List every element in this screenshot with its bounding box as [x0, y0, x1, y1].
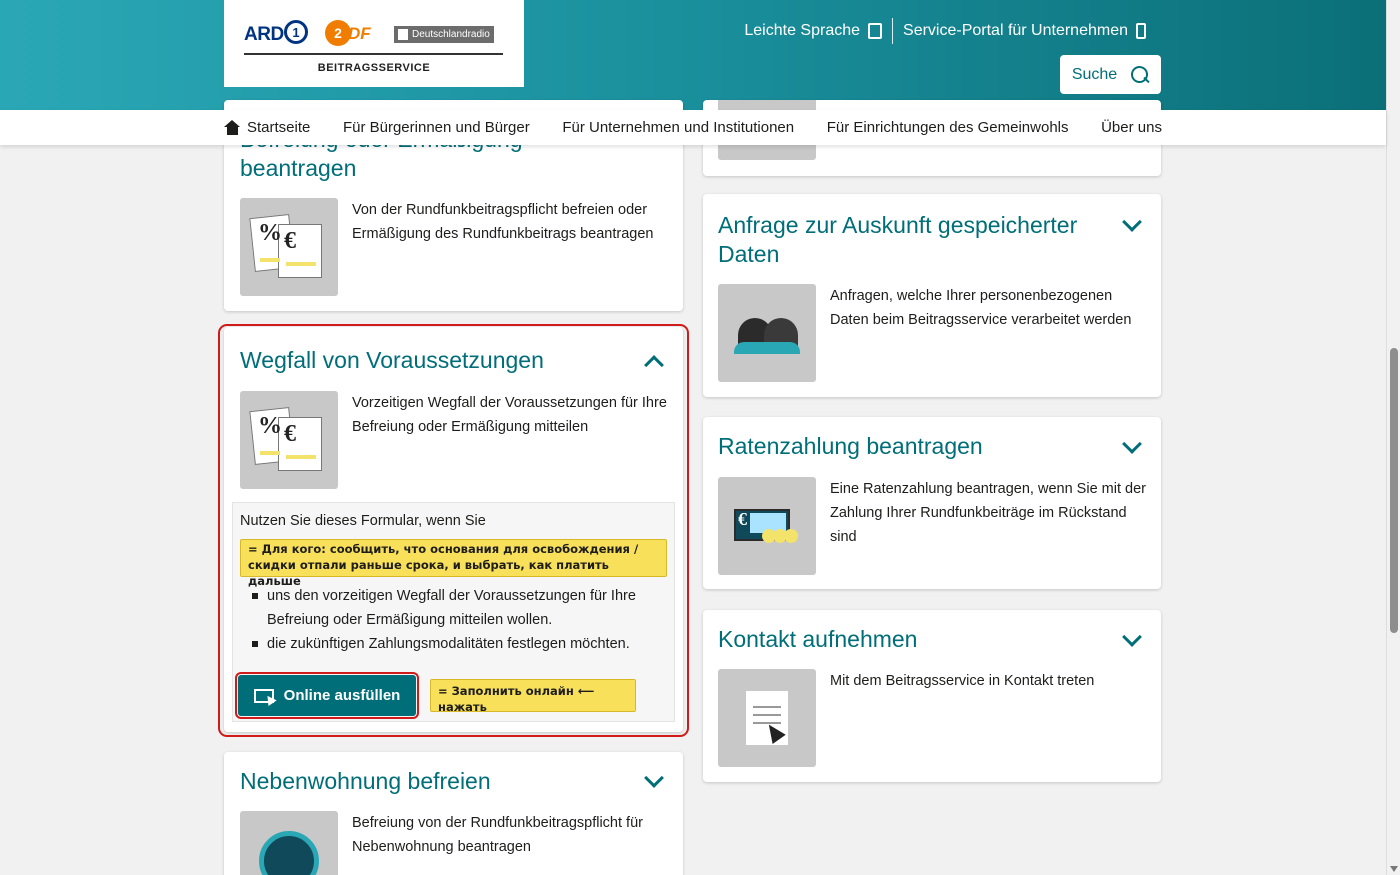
business-portal-link[interactable]: Service-Portal für Unternehmen [893, 22, 1156, 40]
card-installments[interactable]: Ratenzahlung beantragen € Eine Ratenzahl… [703, 417, 1161, 589]
card-data-request[interactable]: Anfrage zur Auskunft gespeicherter Daten… [703, 194, 1161, 397]
search-label: Suche [1071, 65, 1118, 83]
beitragsservice-logo[interactable]: ARD 1 2 DF Deutschlandradio BEITRAGSSERV… [224, 0, 524, 87]
document-cursor-icon [718, 669, 816, 767]
card-data-request-title: Anfrage zur Auskunft gespeicherter Daten [718, 212, 1078, 267]
chevron-down-icon[interactable] [644, 768, 664, 788]
nav-about[interactable]: Über uns [1101, 119, 1162, 136]
book-icon [868, 23, 883, 39]
header-service-links: Leichte Sprache Service-Portal für Unter… [734, 18, 1156, 44]
easy-language-link[interactable]: Leichte Sprache [734, 22, 892, 40]
person-body-shape [734, 342, 800, 354]
card-exemption-title: beantragen [240, 155, 357, 181]
chevron-down-icon[interactable] [1122, 627, 1142, 647]
percent-euro-documents-icon: % € [240, 198, 338, 296]
highlight-band [260, 258, 280, 262]
card-exemption-description: Von der Rundfunkbeitragspflicht befreien… [352, 202, 654, 242]
card-contact-description: Mit dem Beitragsservice in Kontakt trete… [830, 673, 1095, 689]
coin-shape [784, 529, 798, 543]
card-contact-title: Kontakt aufnehmen [718, 626, 918, 652]
zdf-logo-text: DF [348, 24, 371, 43]
site-header: ARD 1 2 DF Deutschlandradio BEITRAGSSERV… [0, 0, 1386, 110]
card-second-home[interactable]: Nebenwohnung befreien Befreiung von der … [224, 752, 683, 875]
percent-mark: % [258, 220, 282, 246]
card-data-request-description: Anfragen, welche Ihrer personenbezogenen… [830, 288, 1132, 328]
house-circle-shape [259, 831, 319, 875]
card-contact[interactable]: Kontakt aufnehmen Mit dem Beitragsservic… [703, 610, 1161, 782]
nav-home[interactable]: Startseite [224, 119, 310, 136]
nav-companies[interactable]: Für Unternehmen und Institutionen [562, 119, 794, 136]
ard-logo-text: ARD [244, 24, 284, 45]
chevron-down-icon[interactable] [1122, 434, 1142, 454]
business-portal-label: Service-Portal für Unternehmen [903, 22, 1128, 39]
card-installments-description: Eine Ratenzahlung beantragen, wenn Sie m… [830, 481, 1146, 545]
external-portal-icon [1136, 23, 1146, 39]
logo-divider [244, 53, 503, 55]
search-icon [1131, 65, 1149, 84]
document-line [753, 706, 781, 708]
main-navigation: Startseite Für Bürgerinnen und Bürger Fü… [0, 110, 1386, 145]
highlight-band [286, 262, 316, 266]
nav-citizens[interactable]: Für Bürgerinnen und Bürger [343, 119, 530, 136]
easy-language-label: Leichte Sprache [744, 22, 861, 39]
chevron-down-icon[interactable] [1122, 212, 1142, 232]
document-line [753, 714, 781, 716]
ard-one-icon: 1 [284, 20, 308, 44]
deutschlandradio-logo: Deutschlandradio [394, 26, 494, 43]
home-icon [224, 120, 241, 135]
euro-banknote-coins-icon: € [718, 477, 816, 575]
euro-mark: € [738, 509, 747, 529]
two-persons-icon [718, 284, 816, 382]
search-button[interactable]: Suche [1060, 55, 1161, 94]
logo-subtitle: BEITRAGSSERVICE [317, 62, 431, 74]
red-highlight-frame [218, 324, 689, 737]
card-second-home-description: Befreiung von der Rundfunkbeitragspflich… [352, 815, 643, 855]
nav-home-label: Startseite [247, 119, 311, 136]
card-second-home-title: Nebenwohnung befreien [240, 768, 491, 794]
page-scrollbar[interactable] [1386, 0, 1400, 875]
euro-mark: € [284, 228, 296, 254]
card-installments-title: Ratenzahlung beantragen [718, 433, 983, 459]
second-home-icon [240, 811, 338, 875]
scrollbar-thumb[interactable] [1390, 348, 1398, 633]
scroll-down-icon[interactable] [1390, 866, 1398, 872]
nav-charities[interactable]: Für Einrichtungen des Gemeinwohls [827, 119, 1069, 136]
